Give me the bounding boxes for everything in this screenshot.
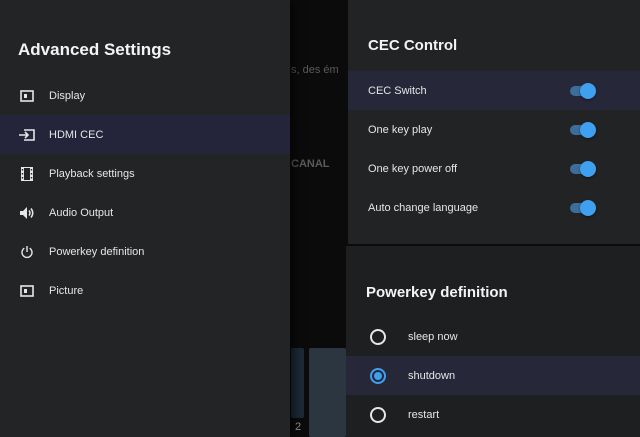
- advanced-settings-panel: Advanced Settings Display HDMI CEC Playb…: [0, 0, 290, 437]
- background-text: s, des ém: [291, 64, 339, 76]
- option-restart[interactable]: restart: [346, 395, 640, 434]
- powerkey-definition-panel: Powerkey definition sleep now shutdown r…: [346, 246, 640, 437]
- input-icon: [18, 126, 36, 144]
- menu-item-picture[interactable]: Picture: [0, 271, 290, 310]
- toggle-label: Auto change language: [368, 201, 479, 214]
- menu-item-label: Powerkey definition: [49, 245, 145, 258]
- radio-button[interactable]: [370, 406, 386, 423]
- power-icon: [18, 243, 36, 261]
- panel-title: CEC Control: [368, 37, 458, 54]
- menu-item-label: HDMI CEC: [49, 128, 104, 141]
- option-shutdown[interactable]: shutdown: [346, 356, 640, 395]
- toggle-label: One key power off: [368, 162, 458, 175]
- menu-item-powerkey-definition[interactable]: Powerkey definition: [0, 232, 290, 271]
- option-label: shutdown: [408, 369, 456, 382]
- background-thumbnail: [309, 348, 346, 437]
- auto-change-language-toggle[interactable]: [570, 199, 596, 216]
- background-thumbnail: [291, 348, 304, 418]
- toggle-row-one-key-play[interactable]: One key play: [348, 110, 640, 149]
- cec-toggle-list: CEC Switch One key play One key power of…: [348, 71, 640, 227]
- menu-item-playback-settings[interactable]: Playback settings: [0, 154, 290, 193]
- one-key-play-toggle[interactable]: [570, 121, 596, 138]
- toggle-label: CEC Switch: [368, 84, 427, 97]
- menu-item-hdmi-cec[interactable]: HDMI CEC: [0, 115, 290, 154]
- panel-title: Powerkey definition: [366, 284, 508, 301]
- picture-icon: [18, 282, 36, 300]
- cec-control-panel: CEC Control CEC Switch One key play One …: [348, 0, 640, 244]
- toggle-row-cec-switch[interactable]: CEC Switch: [348, 71, 640, 110]
- menu-item-label: Playback settings: [49, 167, 135, 180]
- menu-item-audio-output[interactable]: Audio Output: [0, 193, 290, 232]
- option-sleep-now[interactable]: sleep now: [346, 317, 640, 356]
- powerkey-option-list: sleep now shutdown restart: [346, 317, 640, 434]
- radio-button-selected[interactable]: [370, 367, 386, 384]
- one-key-power-off-toggle[interactable]: [570, 160, 596, 177]
- background-text: CANAL: [291, 158, 330, 170]
- radio-button[interactable]: [370, 328, 386, 345]
- toggle-row-one-key-power-off[interactable]: One key power off: [348, 149, 640, 188]
- menu-item-display[interactable]: Display: [0, 76, 290, 115]
- option-label: restart: [408, 408, 440, 421]
- film-icon: [18, 165, 36, 183]
- toggle-row-auto-change-language[interactable]: Auto change language: [348, 188, 640, 227]
- menu-item-label: Audio Output: [49, 206, 114, 219]
- option-label: sleep now: [408, 330, 458, 343]
- panel-title: Advanced Settings: [18, 40, 172, 59]
- menu-item-label: Picture: [49, 284, 84, 297]
- display-icon: [18, 87, 36, 105]
- cec-switch-toggle[interactable]: [570, 82, 596, 99]
- background-text: 2: [295, 421, 302, 433]
- speaker-icon: [18, 204, 36, 222]
- toggle-label: One key play: [368, 123, 433, 136]
- settings-menu: Display HDMI CEC Playback settings Audio…: [0, 76, 290, 310]
- menu-item-label: Display: [49, 89, 86, 102]
